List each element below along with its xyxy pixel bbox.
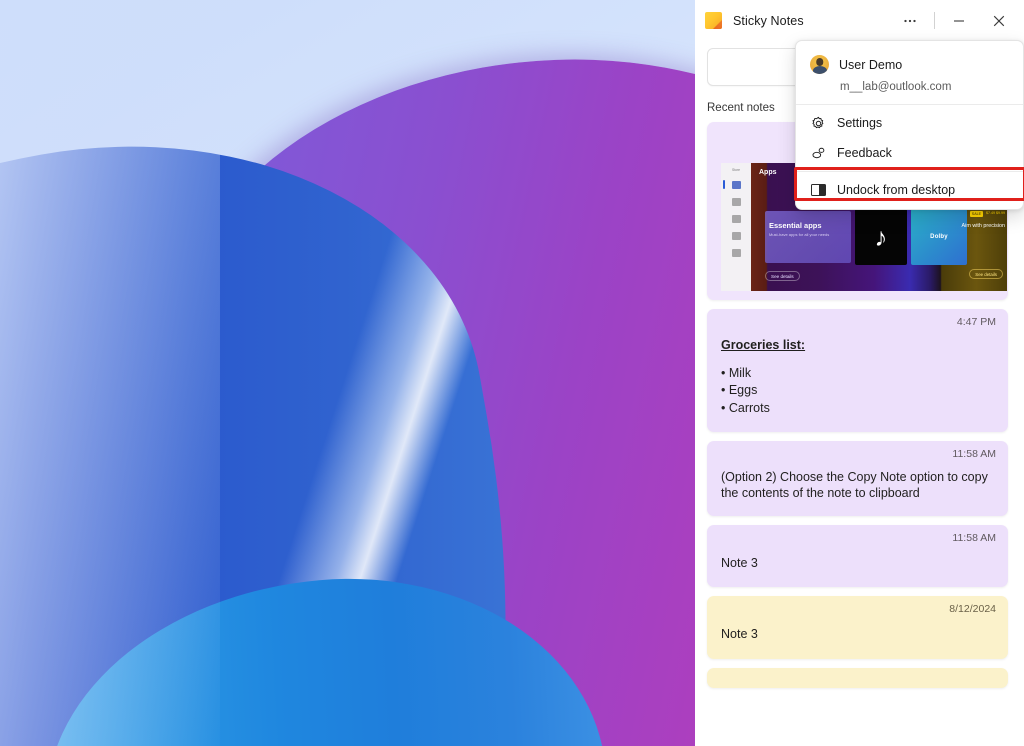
titlebar-divider	[934, 12, 935, 29]
account-name: User Demo	[839, 58, 902, 72]
note-bullet-item: • Milk	[721, 365, 994, 383]
thumbnail-game-price: $7.49 $9.99	[986, 211, 1005, 215]
thumbnail-see-details-2: See details	[969, 269, 1003, 279]
menu-item-undock-from-desktop[interactable]: Undock from desktop	[796, 175, 1023, 205]
thumbnail-see-details-1: See details	[765, 271, 800, 281]
thumbnail-sale-badge: SALE	[970, 211, 983, 217]
thumbnail-nav-item	[732, 232, 741, 240]
menu-item-feedback[interactable]: Feedback	[796, 138, 1023, 168]
menu-item-label: Undock from desktop	[837, 183, 955, 197]
thumbnail-game-title: Aim with precision	[962, 223, 1005, 229]
note-card-note3-purple[interactable]: 11:58 AM Note 3	[707, 525, 1008, 588]
note-bullet-list: • Milk • Eggs • Carrots	[721, 365, 994, 418]
minimize-button[interactable]	[940, 5, 978, 37]
note-title: Groceries list:	[721, 337, 994, 354]
menu-item-label: Settings	[837, 116, 882, 130]
thumbnail-essential-card	[765, 211, 851, 263]
note-timestamp: 4:47 PM	[957, 316, 996, 328]
overflow-menu: User Demo m__lab@outlook.com Settings F	[795, 40, 1024, 210]
account-row[interactable]: User Demo	[796, 50, 1023, 74]
menu-divider	[796, 104, 1023, 105]
thumbnail-nav-item	[732, 249, 741, 257]
thumbnail-nav-item	[732, 181, 741, 189]
undock-panel-icon	[810, 182, 826, 198]
note-timestamp: 8/12/2024	[949, 603, 996, 615]
note-card-option2[interactable]: 11:58 AM (Option 2) Choose the Copy Note…	[707, 441, 1008, 516]
note-bullet-item: • Carrots	[721, 400, 994, 418]
thumbnail-nav-item	[732, 215, 741, 223]
note-card-partial[interactable]	[707, 668, 1008, 688]
menu-item-settings[interactable]: Settings	[796, 108, 1023, 138]
account-section[interactable]: User Demo m__lab@outlook.com	[796, 46, 1023, 101]
thumbnail-left-nav: Store	[721, 163, 751, 291]
desktop-wallpaper	[0, 0, 695, 746]
thumbnail-tiktok-tile: ♪	[855, 209, 907, 265]
gear-icon	[810, 115, 826, 131]
close-button[interactable]	[978, 5, 1020, 37]
note-timestamp: 11:58 AM	[952, 448, 996, 460]
window-title: Sticky Notes	[733, 14, 804, 28]
note-timestamp: 11:58 AM	[952, 532, 996, 544]
thumbnail-nav-item	[732, 198, 741, 206]
note-bullet-item: • Eggs	[721, 382, 994, 400]
user-avatar-icon	[810, 55, 829, 74]
account-email: m__lab@outlook.com	[796, 74, 1023, 93]
see-more-button[interactable]	[891, 5, 929, 37]
thumbnail-apps-caption: Apps	[759, 169, 777, 176]
window-controls	[891, 0, 1024, 41]
note-card-groceries[interactable]: 4:47 PM Groceries list: • Milk • Eggs • …	[707, 309, 1008, 432]
menu-divider	[796, 171, 1023, 172]
thumbnail-dolby-tile: Dolby	[911, 209, 967, 265]
thumbnail-nav-selection	[723, 180, 725, 189]
note-card-note3-yellow[interactable]: 8/12/2024 Note 3	[707, 596, 1008, 659]
thumbnail-nav-label: Store	[732, 168, 740, 172]
thumbnail-essential-title: Essential apps	[769, 221, 822, 230]
wallpaper-left-fade	[0, 0, 220, 746]
title-bar: Sticky Notes	[695, 0, 1024, 41]
menu-item-undock-wrapper: Undock from desktop	[796, 175, 1023, 205]
feedback-icon	[810, 145, 826, 161]
dolby-label: Dolby	[930, 234, 948, 240]
sticky-note-icon	[705, 12, 722, 29]
tiktok-icon: ♪	[875, 224, 888, 250]
sticky-notes-window: Sticky Notes	[695, 0, 1024, 746]
thumbnail-essential-subtitle: Must-have apps for all your needs	[769, 232, 849, 237]
menu-item-label: Feedback	[837, 146, 892, 160]
